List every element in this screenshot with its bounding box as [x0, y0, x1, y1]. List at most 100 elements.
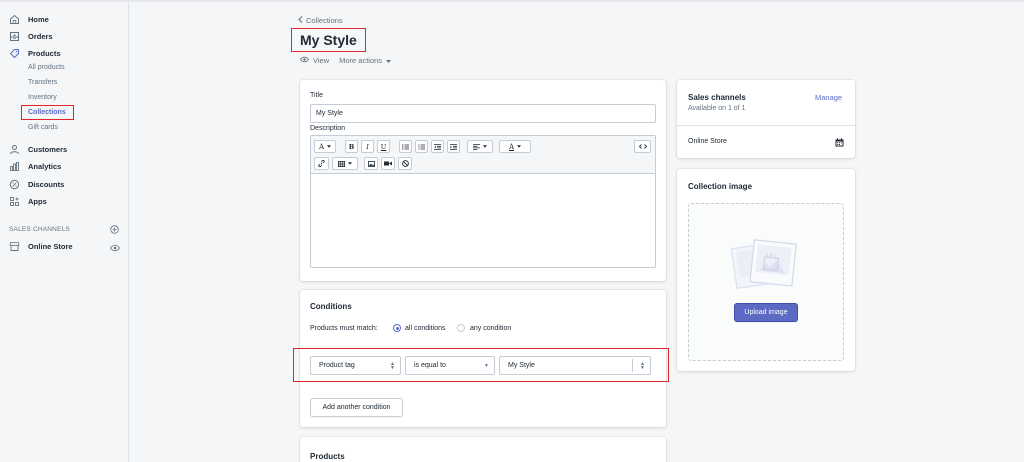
italic-icon: I — [366, 142, 369, 151]
products-title: Products — [310, 452, 345, 461]
channel-name: Online Store — [688, 138, 727, 145]
sidebar-item-label: Customers — [28, 144, 68, 154]
video-icon — [384, 161, 392, 166]
title-input[interactable]: My Style — [310, 104, 656, 123]
font-a-icon: A — [318, 142, 325, 151]
text-color-icon: A — [508, 142, 515, 151]
sidebar: Home Orders Products All products Transf… — [0, 2, 129, 462]
image-icon — [367, 160, 375, 167]
divider — [677, 125, 855, 126]
underline-button[interactable]: U — [377, 140, 390, 153]
discounts-icon — [9, 179, 20, 190]
align-left-icon — [473, 143, 480, 150]
caret-down-icon — [386, 56, 392, 65]
calendar-icon[interactable] — [835, 138, 844, 149]
bullet-list-icon — [402, 143, 409, 150]
sidebar-subitem-inventory[interactable]: Inventory — [28, 94, 57, 101]
apps-icon — [9, 196, 20, 207]
numbered-list-button[interactable] — [415, 140, 428, 153]
sidebar-item-label: Apps — [28, 196, 47, 206]
sidebar-item-label: Products — [28, 48, 61, 58]
view-action[interactable]: View — [300, 56, 329, 65]
bullet-list-button[interactable] — [399, 140, 412, 153]
caret-down-icon — [348, 162, 352, 165]
top-border — [0, 0, 1024, 2]
indent-icon — [450, 143, 457, 150]
view-store-eye-icon[interactable] — [110, 244, 120, 252]
text-color-dropdown[interactable]: A — [499, 140, 531, 153]
collection-image-title: Collection image — [688, 182, 753, 191]
photos-placeholder-icon — [730, 236, 798, 296]
sidebar-item-orders[interactable]: Orders — [0, 29, 128, 43]
customers-icon — [9, 144, 20, 155]
sidebar-subitem-all-products[interactable]: All products — [28, 64, 65, 71]
sidebar-item-label: Online Store — [28, 241, 73, 251]
code-icon — [638, 144, 647, 149]
sidebar-item-label: Orders — [28, 31, 53, 41]
orders-icon — [9, 31, 20, 42]
table-icon — [338, 160, 345, 167]
insert-table-dropdown[interactable] — [332, 157, 358, 170]
title-input-value: My Style — [316, 110, 343, 117]
bold-icon: B — [348, 142, 355, 151]
italic-button[interactable]: I — [361, 140, 374, 153]
sidebar-subitem-gift-cards[interactable]: Gift cards — [28, 124, 58, 131]
indent-button[interactable] — [447, 140, 460, 153]
bold-button[interactable]: B — [345, 140, 358, 153]
add-channel-icon[interactable] — [110, 225, 119, 234]
sidebar-item-products[interactable]: Products — [0, 46, 128, 60]
analytics-icon — [9, 161, 20, 172]
title-label: Title — [310, 92, 323, 99]
manage-channels-link[interactable]: Manage — [815, 93, 842, 102]
products-card — [300, 437, 666, 462]
condition-row-highlight-box — [293, 348, 669, 382]
collections-highlight-box — [21, 105, 74, 120]
breadcrumb[interactable]: Collections — [298, 16, 343, 25]
sales-channels-card — [677, 80, 855, 158]
chevron-left-icon — [298, 16, 303, 25]
link-icon — [318, 160, 325, 167]
store-icon — [9, 241, 20, 252]
description-editor[interactable]: A B I U A — [310, 135, 656, 268]
more-actions-dropdown[interactable]: More actions — [339, 56, 392, 65]
align-dropdown[interactable] — [467, 140, 493, 153]
sidebar-item-label: Analytics — [28, 161, 62, 171]
description-label: Description — [310, 125, 346, 132]
sidebar-item-label: Discounts — [28, 179, 65, 189]
outdent-button[interactable] — [431, 140, 444, 153]
upload-image-button[interactable]: Upload image — [734, 303, 798, 322]
any-condition-radio[interactable] — [457, 324, 465, 332]
all-conditions-label[interactable]: all conditions — [405, 325, 445, 332]
all-conditions-radio[interactable] — [393, 324, 401, 332]
availability-text: Available on 1 of 1 — [688, 105, 746, 112]
sales-channels-title: Sales channels — [688, 93, 746, 102]
conditions-title: Conditions — [310, 302, 352, 311]
outdent-icon — [434, 143, 441, 150]
insert-video-button[interactable] — [381, 157, 395, 170]
caret-down-icon — [483, 145, 487, 148]
sidebar-item-customers[interactable]: Customers — [0, 142, 128, 156]
add-condition-button[interactable]: Add another condition — [310, 398, 403, 417]
underline-icon: U — [380, 142, 387, 151]
any-condition-label[interactable]: any condition — [470, 325, 511, 332]
font-style-dropdown[interactable]: A — [314, 140, 336, 153]
sidebar-item-discounts[interactable]: Discounts — [0, 177, 128, 191]
page-actions: View More actions — [300, 56, 401, 65]
products-tag-icon — [9, 48, 20, 59]
show-html-button[interactable] — [634, 140, 651, 153]
more-actions-label: More actions — [339, 56, 383, 65]
sidebar-item-online-store[interactable]: Online Store — [0, 239, 128, 253]
clear-formatting-button[interactable] — [398, 157, 412, 170]
sidebar-item-apps[interactable]: Apps — [0, 194, 128, 208]
eye-icon — [300, 56, 309, 65]
breadcrumb-label: Collections — [306, 16, 343, 25]
insert-image-button[interactable] — [364, 157, 378, 170]
insert-link-button[interactable] — [314, 157, 329, 170]
sidebar-subitem-transfers[interactable]: Transfers — [28, 79, 57, 86]
view-label: View — [313, 56, 330, 65]
sidebar-item-home[interactable]: Home — [0, 12, 128, 26]
sidebar-item-analytics[interactable]: Analytics — [0, 159, 128, 173]
home-icon — [9, 14, 20, 25]
sidebar-item-label: Home — [28, 14, 49, 24]
sales-channels-heading: SALES CHANNELS — [9, 226, 70, 233]
